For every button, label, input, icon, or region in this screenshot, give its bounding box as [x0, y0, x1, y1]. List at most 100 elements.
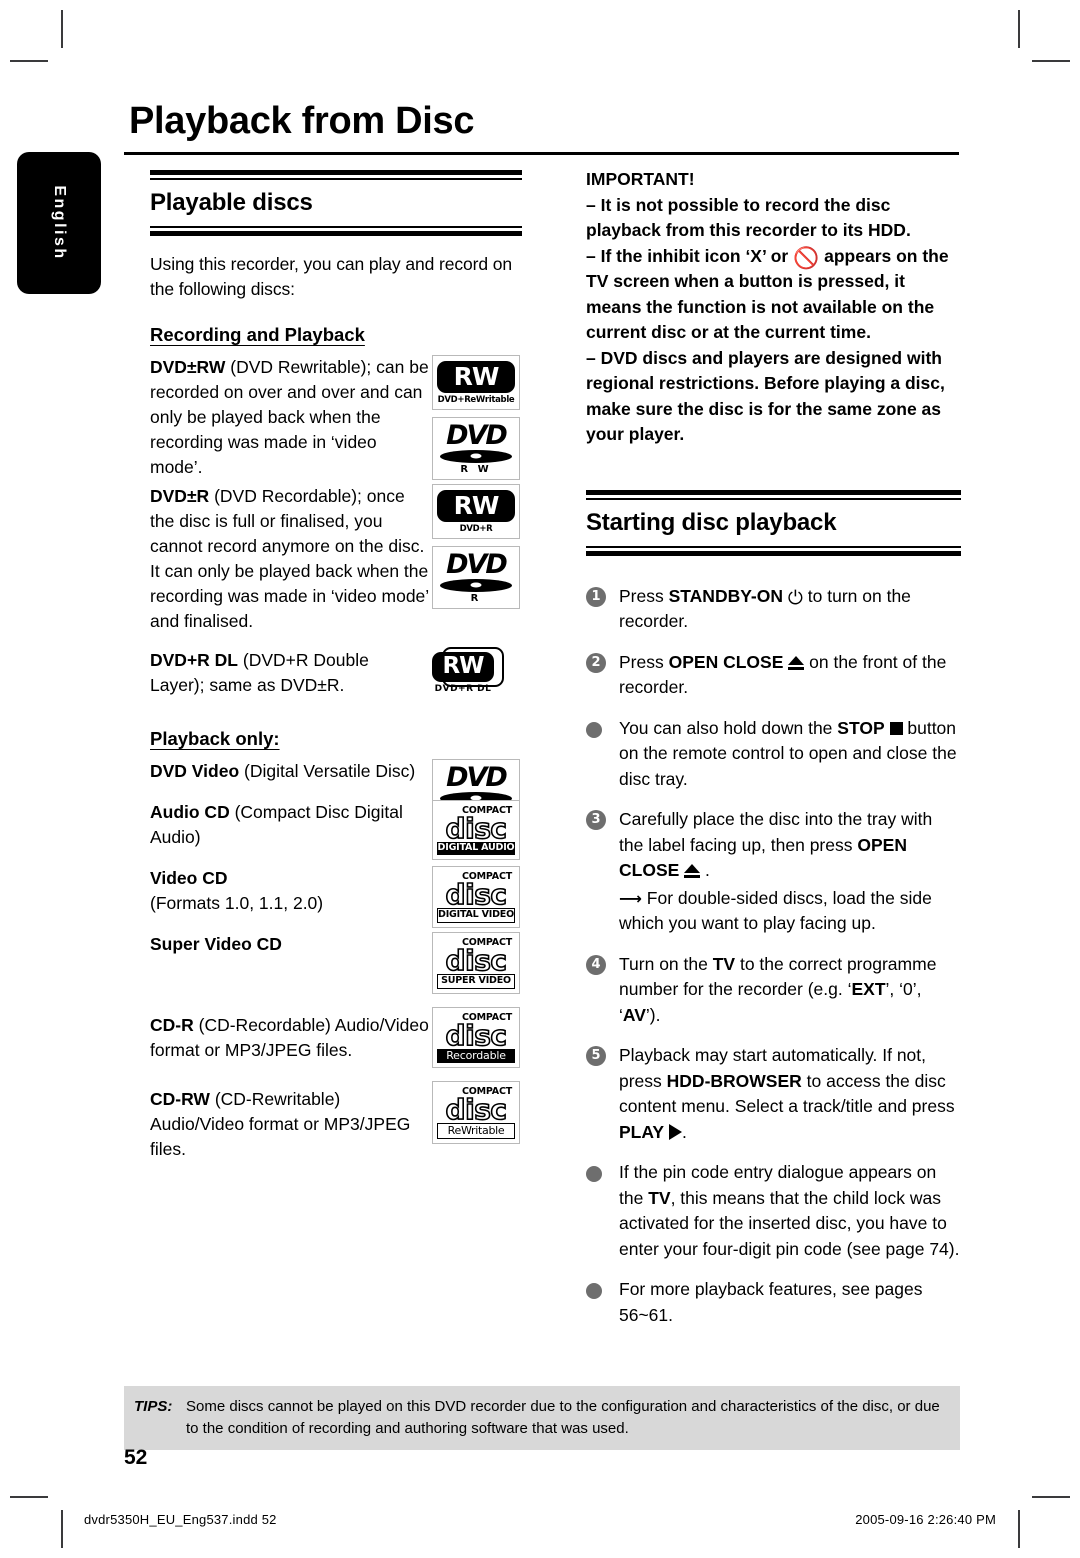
playable-discs-section-header: Playable discs: [150, 170, 522, 236]
cd-band-label: SUPER VIDEO: [437, 974, 515, 989]
important-bullet-3: – DVD discs and players are designed wit…: [586, 347, 945, 445]
rule-thick-bottom: [150, 231, 522, 236]
crop-mark-top-left-horizontal: [10, 60, 48, 62]
dvd-disc-ellipse-icon: [440, 449, 512, 463]
disc-item-cd-r: COMPACT disc Recordable CD-R (CD-Recorda…: [150, 1007, 522, 1069]
playable-discs-intro: Using this recorder, you can play and re…: [150, 254, 513, 299]
disc-term: DVD+R DL: [150, 650, 238, 670]
disc-term: DVD Video: [150, 761, 240, 781]
step-bullet-stop-button: You can also hold down the STOP button o…: [586, 716, 961, 793]
arrow-right-icon: ⟶: [619, 888, 642, 908]
inhibit-icon: 🚫: [793, 245, 820, 270]
crop-mark-bottom-right-horizontal: [1032, 1496, 1070, 1498]
step-text: You can also hold down the STOP button o…: [619, 717, 957, 789]
disc-term: DVD±R: [150, 486, 210, 506]
step-bullet-pin-code: If the pin code entry dialogue appears o…: [586, 1160, 961, 1262]
cd-disc-mark: disc: [445, 1018, 508, 1052]
disc-item-dvd-plusminus-rw: RW DVD+ReWritable DVD R W DVD±RW (DVD Re…: [150, 355, 522, 480]
important-block: IMPORTANT! – It is not possible to recor…: [586, 167, 961, 448]
crop-mark-top-right-vertical: [1018, 10, 1020, 48]
power-icon: ⏻: [787, 586, 803, 609]
disc-description: (Digital Versatile Disc): [244, 761, 416, 781]
logo-compact-disc-super-video: COMPACT disc SUPER VIDEO: [432, 932, 520, 994]
step-number-badge: 5: [586, 1046, 606, 1066]
logo-compact-disc-rewritable: COMPACT disc ReWritable: [432, 1081, 520, 1145]
page-title-rule: [124, 152, 959, 155]
disc-description: (DVD Recordable); once the disc is full …: [150, 486, 429, 631]
step-1: 1 Press STANDBY-ON ⏻ to turn on the reco…: [586, 584, 961, 635]
recording-and-playback-heading: Recording and Playback: [150, 324, 365, 345]
step-text: Press STANDBY-ON ⏻ to turn on the record…: [619, 585, 911, 632]
disc-term: DVD±RW: [150, 357, 226, 377]
crop-mark-top-left-vertical: [61, 10, 63, 48]
step-text: If the pin code entry dialogue appears o…: [619, 1162, 960, 1259]
playable-discs-title: Playable discs: [150, 189, 313, 216]
logo-dvd-plus-rewritable: RW DVD+ReWritable: [432, 355, 520, 410]
bullet-dot-icon: [586, 1283, 602, 1299]
playback-only-heading: Playback only:: [150, 728, 280, 749]
rw-mark: RW: [437, 361, 515, 393]
logo-group-dvd-plusminus-r: RW DVD+R DVD R: [432, 484, 528, 616]
disc-item-super-video-cd: COMPACT disc SUPER VIDEO Super Video CD: [150, 932, 522, 994]
logo-group-cd-rw: COMPACT disc ReWritable: [432, 1081, 528, 1151]
tips-inner: TIPS: Some discs cannot be played on thi…: [124, 1396, 960, 1440]
step-3: 3 Carefully place the disc into the tray…: [586, 807, 961, 937]
disc-text-dvd-plusminus-r: DVD±R (DVD Recordable); once the disc is…: [150, 484, 432, 634]
cd-band-label: ReWritable: [437, 1123, 515, 1140]
cd-disc-mark: disc: [445, 877, 508, 911]
footer-filename: dvdr5350H_EU_Eng537.indd 52: [84, 1512, 277, 1527]
dvd-mark: DVD: [446, 420, 508, 451]
disc-item-dvd-plus-r-dl: RW DVD+R DL DVD+R DL (DVD+R Double Layer…: [150, 647, 522, 698]
step-text: Press OPEN CLOSE on the front of the rec…: [619, 651, 947, 698]
crop-mark-top-right-horizontal: [1032, 60, 1070, 62]
logo-group-video-cd: COMPACT disc DIGITAL VIDEO: [432, 866, 528, 935]
dvd-sub-caption: R: [470, 592, 482, 604]
crop-mark-bottom-left-horizontal: [10, 1496, 48, 1498]
disc-text-cd-rw: CD-RW (CD-Rewritable) Audio/Video format…: [150, 1087, 432, 1162]
disc-term: Video CD: [150, 868, 228, 888]
disc-term: Audio CD: [150, 802, 230, 822]
stop-square-icon: [889, 721, 903, 735]
disc-text-dvd-plus-r-dl: DVD+R DL (DVD+R Double Layer); same as D…: [150, 648, 422, 698]
left-column: Playable discs Using this recorder, you …: [150, 170, 522, 1166]
bullet-dot-icon: [586, 1166, 602, 1182]
right-column: IMPORTANT! – It is not possible to recor…: [586, 167, 961, 1343]
disc-text-video-cd: Video CD (Formats 1.0, 1.1, 2.0): [150, 866, 432, 916]
tips-box: TIPS: Some discs cannot be played on thi…: [124, 1386, 960, 1450]
bullet-dot-icon: [586, 721, 602, 738]
disc-item-dvd-plusminus-r: RW DVD+R DVD R DVD±R (DVD Recordable); o…: [150, 484, 522, 634]
cd-band-label: DIGITAL AUDIO: [437, 842, 515, 855]
crop-mark-bottom-right-vertical: [1018, 1510, 1020, 1548]
cd-disc-mark: disc: [445, 943, 508, 977]
disc-text-dvd-plusminus-rw: DVD±RW (DVD Rewritable); can be recorded…: [150, 355, 432, 480]
logo-dvd-r: DVD R: [432, 546, 520, 609]
play-triangle-icon: [668, 1123, 682, 1140]
step-number-badge: 1: [586, 586, 606, 607]
logo-compact-disc-digital-video: COMPACT disc DIGITAL VIDEO: [432, 866, 520, 928]
step-text: Playback may start automatically. If not…: [619, 1045, 955, 1142]
logo-group-cd-r: COMPACT disc Recordable: [432, 1007, 528, 1075]
disc-term: CD-RW: [150, 1089, 210, 1109]
dvd-disc-ellipse-icon: [440, 578, 512, 592]
step-text: Carefully place the disc into the tray w…: [619, 809, 933, 880]
dvd-mark: DVD: [446, 762, 508, 793]
logo-compact-disc-digital-audio: COMPACT disc DIGITAL AUDIO: [432, 800, 520, 860]
tips-text: Some discs cannot be played on this DVD …: [186, 1398, 940, 1437]
cd-disc-mark: disc: [445, 1092, 508, 1126]
language-tab-label: English: [51, 185, 68, 261]
logo-dvd-plus-r: RW DVD+R: [432, 484, 520, 539]
logo-dvd-plus-r-dl: RW DVD+R DL: [428, 647, 516, 694]
logo-caption: DVD+R: [459, 524, 493, 534]
disc-text-cd-r: CD-R (CD-Recordable) Audio/Video format …: [150, 1013, 432, 1063]
step-number-badge: 3: [586, 810, 606, 830]
starting-playback-section-header: Starting disc playback: [586, 489, 961, 556]
cd-band-label: DIGITAL VIDEO: [437, 908, 515, 923]
disc-item-dvd-video: DVD V I D E O DVD Video (Digital Versati…: [150, 759, 522, 820]
eject-icon: [788, 655, 805, 670]
step-text: Turn on the TV to the correct programme …: [619, 953, 937, 1025]
dvd-mark: DVD: [446, 549, 508, 580]
step-bullet-more-features: For more playback features, see pages 56…: [586, 1277, 961, 1328]
disc-item-video-cd: COMPACT disc DIGITAL VIDEO Video CD (For…: [150, 866, 522, 928]
disc-text-audio-cd: Audio CD (Compact Disc Digital Audio): [150, 800, 432, 850]
step-3-arrow-note: ⟶ For double-sided discs, load the side …: [619, 887, 932, 934]
